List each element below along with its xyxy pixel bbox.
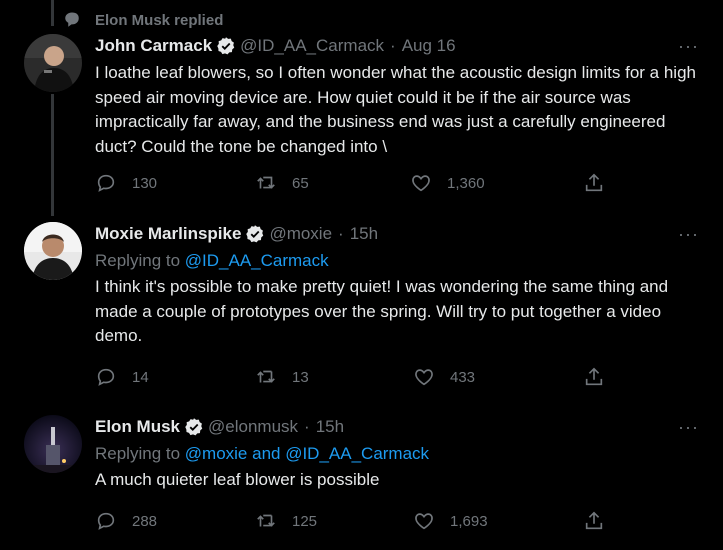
- retweet-count: 125: [292, 512, 318, 530]
- reply-button[interactable]: 288: [95, 510, 157, 532]
- share-icon: [585, 367, 603, 386]
- share-button[interactable]: [583, 366, 605, 388]
- timestamp[interactable]: 15h: [350, 224, 378, 244]
- thread-line: [51, 0, 54, 26]
- heart-icon: [415, 369, 433, 386]
- reply-icon: [97, 174, 115, 192]
- verified-badge-icon: [185, 418, 203, 436]
- like-button[interactable]: 433: [413, 366, 475, 388]
- social-context-label: Elon Musk replied: [95, 11, 224, 29]
- separator: ·: [390, 36, 396, 55]
- separator: ·: [304, 417, 310, 436]
- replying-to-prefix: Replying to: [95, 251, 185, 270]
- tweet-text: I think it's possible to make pretty qui…: [95, 277, 669, 345]
- retweet-button[interactable]: 13: [255, 366, 309, 388]
- tweet[interactable]: Elon Musk @elonmusk · 15h ··· Replying t…: [0, 415, 723, 545]
- verified-badge-icon: [217, 37, 235, 55]
- reply-count: 14: [132, 368, 149, 386]
- avatar-elon-musk[interactable]: [24, 415, 82, 473]
- author-name[interactable]: Moxie Marlinspike: [95, 224, 241, 244]
- author-name[interactable]: John Carmack: [95, 36, 212, 56]
- replying-to-prefix: Replying to: [95, 444, 185, 463]
- like-button[interactable]: 1,693: [413, 510, 488, 532]
- heart-icon: [415, 513, 433, 530]
- author-handle[interactable]: @moxie: [269, 224, 332, 244]
- retweet-icon: [257, 176, 275, 189]
- reply-button[interactable]: 130: [95, 172, 157, 194]
- share-button[interactable]: [583, 510, 605, 532]
- like-button[interactable]: 1,360: [410, 172, 485, 194]
- reply-count: 288: [132, 512, 158, 530]
- timestamp[interactable]: 15h: [316, 417, 344, 437]
- heart-icon: [412, 175, 430, 192]
- social-context[interactable]: Elon Musk replied: [63, 9, 223, 31]
- author-handle[interactable]: @elonmusk: [208, 417, 298, 437]
- avatar-moxie-marlinspike[interactable]: [24, 222, 82, 280]
- like-count: 433: [450, 368, 476, 386]
- avatar-john-carmack[interactable]: [24, 34, 82, 92]
- share-icon: [585, 173, 603, 192]
- retweet-count: 65: [292, 174, 309, 192]
- tweet-text: A much quieter leaf blower is possible: [95, 470, 380, 489]
- share-button[interactable]: [583, 172, 605, 194]
- retweet-icon: [257, 514, 275, 527]
- replying-to: Replying to @ID_AA_Carmack: [95, 250, 705, 272]
- retweet-count: 13: [292, 368, 309, 386]
- share-icon: [585, 511, 603, 530]
- replying-to-link[interactable]: @moxie and @ID_AA_Carmack: [185, 444, 429, 463]
- author-handle[interactable]: @ID_AA_Carmack: [240, 36, 384, 56]
- tweet[interactable]: Moxie Marlinspike @moxie · 15h ··· Reply…: [0, 222, 723, 392]
- like-count: 1,693: [450, 512, 488, 530]
- reply-icon: [97, 368, 115, 386]
- retweet-button[interactable]: 125: [255, 510, 317, 532]
- reply-button[interactable]: 14: [95, 366, 149, 388]
- retweet-button[interactable]: 65: [255, 172, 309, 194]
- more-options-button[interactable]: ···: [678, 417, 699, 438]
- tweet[interactable]: John Carmack @ID_AA_Carmack · Aug 16 ···…: [0, 34, 723, 204]
- author-name[interactable]: Elon Musk: [95, 417, 180, 437]
- separator: ·: [338, 224, 344, 243]
- speech-bubble-icon: [65, 12, 79, 27]
- replying-to: Replying to @moxie and @ID_AA_Carmack: [95, 443, 705, 465]
- like-count: 1,360: [447, 174, 485, 192]
- reply-count: 130: [132, 174, 158, 192]
- more-options-button[interactable]: ···: [678, 36, 699, 57]
- timestamp[interactable]: Aug 16: [402, 36, 456, 56]
- retweet-icon: [257, 370, 275, 383]
- reply-icon: [97, 512, 115, 530]
- more-options-button[interactable]: ···: [678, 224, 699, 245]
- replying-to-link[interactable]: @ID_AA_Carmack: [185, 251, 329, 270]
- tweet-text: I loathe leaf blowers, so I often wonder…: [95, 63, 696, 156]
- verified-badge-icon: [246, 225, 264, 243]
